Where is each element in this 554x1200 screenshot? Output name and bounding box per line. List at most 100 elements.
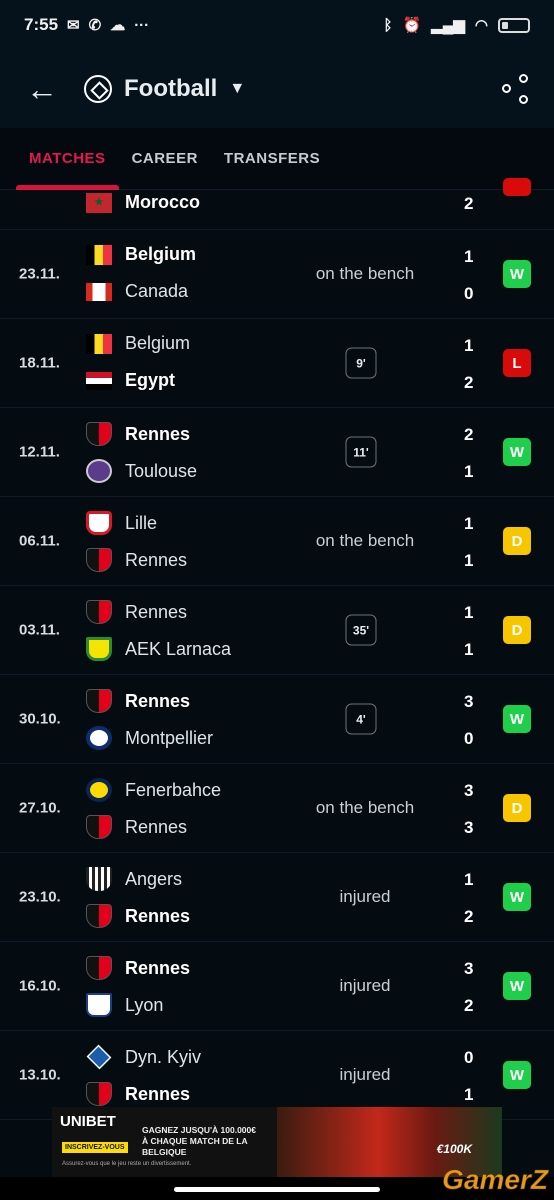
bluetooth-icon: ᛒ	[383, 16, 393, 34]
football-icon[interactable]	[84, 75, 112, 103]
away-score: 2	[464, 996, 474, 1015]
status-bar: 7:55 ✉ ✆ ☁ ··· ᛒ ⏰ ▂▄▆ ◠	[0, 0, 554, 50]
away-team-logo-icon	[86, 904, 112, 928]
away-team: Rennes	[86, 815, 187, 839]
away-team-name: Egypt	[125, 370, 176, 390]
away-team: AEK Larnaca	[86, 637, 231, 661]
away-score: 1	[464, 1085, 474, 1104]
away-team-name: AEK Larnaca	[125, 638, 232, 659]
home-team-logo-icon	[86, 956, 112, 980]
more-notifications-icon: ···	[134, 16, 150, 34]
tab-transfers[interactable]: TRANSFERS	[211, 128, 333, 190]
away-team-logo-icon	[86, 371, 112, 390]
result-badge: D	[503, 794, 531, 822]
home-team: Rennes	[86, 689, 190, 713]
home-team-name: Belgium	[125, 333, 191, 353]
home-score: 0	[464, 1048, 474, 1067]
match-date: 06.11.	[19, 532, 60, 550]
mail-icon: ✉	[67, 17, 80, 34]
dropdown-caret-icon[interactable]: ▼	[229, 80, 245, 98]
away-score: 3	[464, 818, 474, 837]
match-row[interactable]: 06.11. Lille Rennes on the bench 1 1 D	[0, 497, 554, 586]
away-team: Montpellier	[86, 726, 213, 750]
home-score: 1	[464, 514, 474, 533]
result-badge	[503, 178, 531, 196]
team: ★ Morocco	[86, 192, 200, 213]
match-date: 12.11.	[19, 443, 60, 461]
away-score: 1	[464, 551, 474, 570]
match-row[interactable]: 03.11. Rennes AEK Larnaca 35' 1 1 D	[0, 586, 554, 675]
match-date: 23.10.	[19, 888, 61, 906]
sport-title[interactable]: Football	[124, 75, 217, 103]
score: 2	[464, 194, 474, 213]
home-team-name: Rennes	[125, 601, 188, 622]
ad-promo-text: GAGNEZ JUSQU'À 100.000€ À CHAQUE MATCH D…	[142, 1125, 256, 1157]
result-badge: W	[503, 972, 531, 1000]
match-date: 30.10.	[19, 710, 61, 728]
back-arrow-icon[interactable]: ←	[26, 71, 76, 108]
result-badge: W	[503, 883, 531, 911]
away-team: Canada	[86, 281, 188, 302]
home-team-name: Fenerbahce	[125, 779, 222, 800]
away-team-logo-icon	[86, 548, 112, 572]
away-team-name: Rennes	[125, 905, 191, 926]
home-team-name: Rennes	[125, 690, 191, 711]
home-score: 1	[464, 603, 474, 622]
ad-cta-button[interactable]: INSCRIVEZ-VOUS	[62, 1142, 128, 1153]
away-team-logo-icon	[86, 726, 112, 750]
match-date: 16.10.	[19, 977, 61, 995]
match-row[interactable]: 23.11. Belgium Canada on the bench 1 0 W	[0, 230, 554, 319]
match-row[interactable]: 23.10. Angers Rennes injured 1 2 W	[0, 853, 554, 942]
minutes-played-badge: 4'	[345, 703, 377, 735]
cloud-icon: ☁	[110, 17, 126, 34]
home-team-name: Rennes	[125, 423, 191, 444]
away-score: 2	[464, 907, 474, 926]
match-row[interactable]: 18.11. Belgium Egypt 9' 1 2 L	[0, 319, 554, 408]
home-team-name: Rennes	[125, 957, 191, 978]
home-team: Rennes	[86, 600, 187, 624]
home-team-logo-icon	[86, 511, 112, 535]
match-date: 27.10.	[19, 799, 61, 817]
player-status: on the bench	[315, 798, 415, 817]
match-row[interactable]: 16.10. Rennes Lyon injured 3 2 W	[0, 942, 554, 1031]
match-row[interactable]: 27.10. Fenerbahce Rennes on the bench 3 …	[0, 764, 554, 853]
match-list[interactable]: ★ Morocco 2 23.11. Belgium Canada on the …	[0, 178, 554, 1120]
whatsapp-icon: ✆	[88, 17, 102, 34]
home-team-logo-icon	[86, 1044, 112, 1070]
result-badge: W	[503, 438, 531, 466]
away-team-logo-icon	[86, 815, 112, 839]
away-team-logo-icon	[86, 993, 112, 1017]
ad-disclaimer: Assurez-vous que le jeu reste un diverti…	[62, 1161, 192, 1167]
away-score: 1	[464, 640, 474, 659]
match-date: 13.10.	[19, 1066, 61, 1084]
tab-career[interactable]: CAREER	[119, 128, 211, 190]
match-row[interactable]: ★ Morocco 2	[0, 178, 554, 230]
home-score: 1	[464, 336, 474, 355]
away-team: Lyon	[86, 993, 163, 1017]
away-team-name: Montpellier	[125, 727, 214, 748]
ad-image-text: €100K	[436, 1142, 472, 1156]
battery-icon	[498, 17, 530, 33]
result-badge: W	[503, 705, 531, 733]
share-icon[interactable]	[502, 74, 528, 104]
minutes-played-badge: 11'	[345, 436, 377, 468]
match-row[interactable]: 30.10. Rennes Montpellier 4' 3 0 W	[0, 675, 554, 764]
away-team-name: Rennes	[125, 549, 188, 570]
home-team-name: Dyn. Kyiv	[125, 1046, 202, 1067]
away-team-name: Canada	[125, 281, 189, 301]
home-indicator[interactable]	[174, 1187, 380, 1192]
away-team: Toulouse	[86, 459, 197, 483]
tab-matches[interactable]: MATCHES	[16, 128, 119, 190]
away-team-logo-icon	[86, 1082, 112, 1106]
home-score: 1	[464, 247, 474, 266]
home-team-logo-icon	[86, 422, 112, 446]
result-badge: L	[503, 349, 531, 377]
away-team-name: Lyon	[125, 994, 164, 1015]
home-team: Belgium	[86, 244, 196, 265]
minutes-played-badge: 9'	[345, 347, 377, 379]
match-date: 23.11.	[19, 265, 60, 283]
home-team-logo-icon	[86, 867, 112, 891]
advertisement-banner[interactable]: UNIBET INSCRIVEZ-VOUS GAGNEZ JUSQU'À 100…	[52, 1107, 502, 1177]
match-row[interactable]: 12.11. Rennes Toulouse 11' 2 1 W	[0, 408, 554, 497]
home-team: Angers	[86, 867, 182, 891]
